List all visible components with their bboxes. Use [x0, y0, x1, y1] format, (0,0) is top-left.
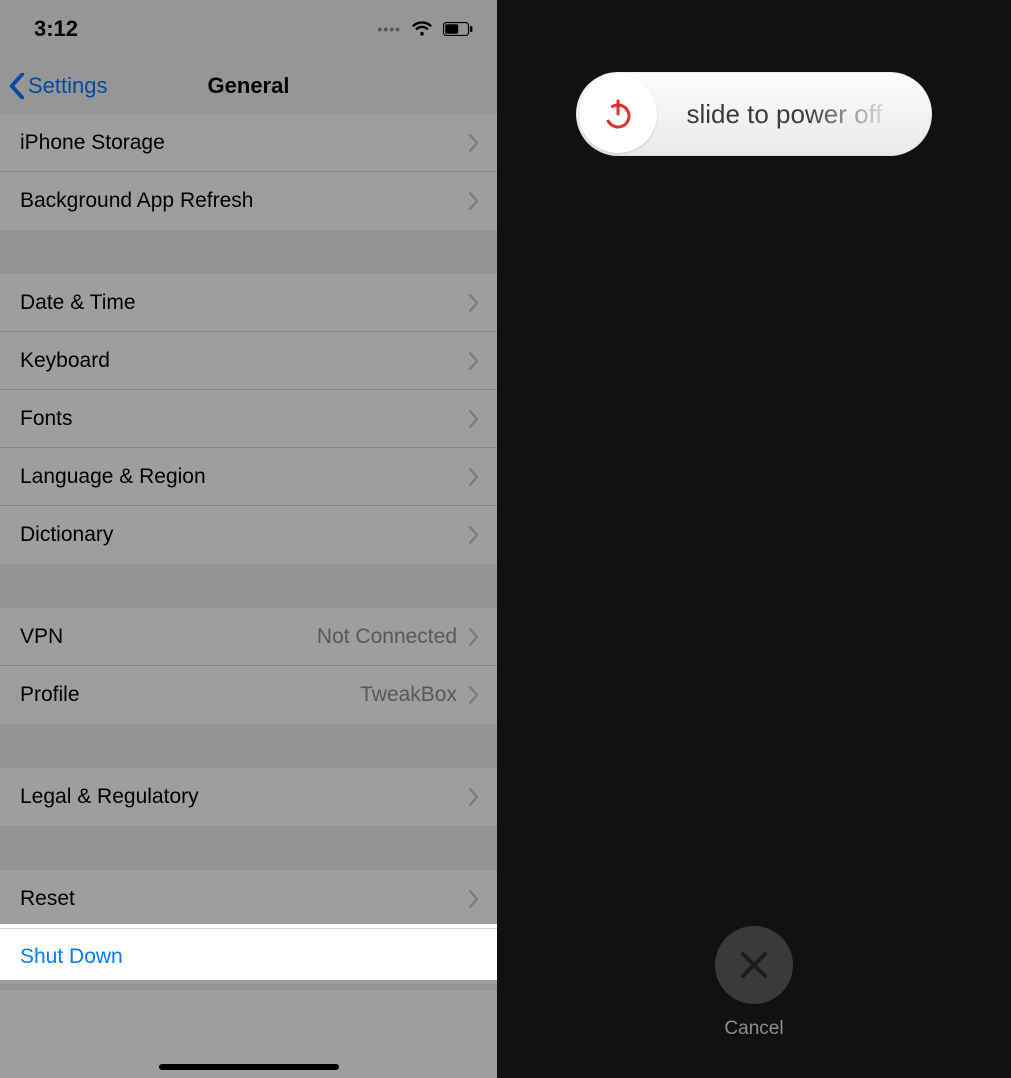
chevron-right-icon	[469, 410, 479, 428]
close-icon	[739, 950, 769, 980]
cellular-dots-icon: ••••	[377, 21, 401, 37]
cell-reset[interactable]: Reset	[0, 870, 497, 928]
cell-fonts[interactable]: Fonts	[0, 390, 497, 448]
cell-label: Reset	[20, 887, 75, 911]
chevron-right-icon	[469, 890, 479, 908]
settings-general-screen: 3:12 •••• Settings General	[0, 0, 497, 1078]
chevron-right-icon	[469, 294, 479, 312]
power-icon	[600, 96, 636, 132]
cell-label: Language & Region	[20, 465, 206, 489]
group-vpn: VPN Not Connected Profile TweakBox	[0, 608, 497, 724]
shut-down-label: Shut Down	[20, 945, 123, 969]
status-bar: 3:12 ••••	[0, 0, 497, 58]
group-legal: Legal & Regulatory	[0, 768, 497, 826]
wifi-icon	[411, 21, 433, 37]
status-time: 3:12	[34, 16, 78, 42]
cell-background-app-refresh[interactable]: Background App Refresh	[0, 172, 497, 230]
power-off-slider[interactable]: slide to power off	[576, 72, 932, 156]
status-indicators: ••••	[377, 21, 473, 37]
chevron-right-icon	[469, 526, 479, 544]
cancel-label: Cancel	[715, 1018, 793, 1040]
cancel-button[interactable]	[715, 926, 793, 1004]
cell-vpn[interactable]: VPN Not Connected	[0, 608, 497, 666]
cell-keyboard[interactable]: Keyboard	[0, 332, 497, 390]
nav-bar: Settings General	[0, 58, 497, 114]
cell-iphone-storage[interactable]: iPhone Storage	[0, 114, 497, 172]
home-indicator[interactable]	[159, 1064, 339, 1070]
cell-label: Profile	[20, 683, 80, 707]
group-reset: Reset Shut Down	[0, 870, 497, 984]
cell-dictionary[interactable]: Dictionary	[0, 506, 497, 564]
shut-down-button[interactable]: Shut Down	[0, 928, 497, 984]
back-label: Settings	[28, 73, 108, 99]
chevron-left-icon	[8, 73, 26, 99]
cell-language-region[interactable]: Language & Region	[0, 448, 497, 506]
chevron-right-icon	[469, 686, 479, 704]
cell-profile[interactable]: Profile TweakBox	[0, 666, 497, 724]
cell-legal-regulatory[interactable]: Legal & Regulatory	[0, 768, 497, 826]
cell-label: Keyboard	[20, 349, 110, 373]
cell-label: Date & Time	[20, 291, 136, 315]
power-off-screen: slide to power off Cancel	[497, 0, 1011, 1078]
cell-label: Dictionary	[20, 523, 113, 547]
cell-date-time[interactable]: Date & Time	[0, 274, 497, 332]
chevron-right-icon	[469, 134, 479, 152]
cell-detail: TweakBox	[360, 683, 457, 707]
slider-knob[interactable]	[579, 75, 657, 153]
chevron-right-icon	[469, 192, 479, 210]
cell-label: Fonts	[20, 407, 73, 431]
cell-label: Background App Refresh	[20, 189, 253, 213]
chevron-right-icon	[469, 628, 479, 646]
chevron-right-icon	[469, 468, 479, 486]
slide-text: slide to power off	[657, 99, 932, 130]
cell-label: VPN	[20, 625, 63, 649]
chevron-right-icon	[469, 352, 479, 370]
battery-icon	[443, 22, 473, 36]
cell-label: Legal & Regulatory	[20, 785, 199, 809]
group-storage: iPhone Storage Background App Refresh	[0, 114, 497, 230]
cell-label: iPhone Storage	[20, 131, 165, 155]
back-button[interactable]: Settings	[8, 73, 108, 99]
chevron-right-icon	[469, 788, 479, 806]
group-datetime: Date & Time Keyboard Fonts Language & Re…	[0, 274, 497, 564]
cell-detail: Not Connected	[317, 625, 457, 649]
